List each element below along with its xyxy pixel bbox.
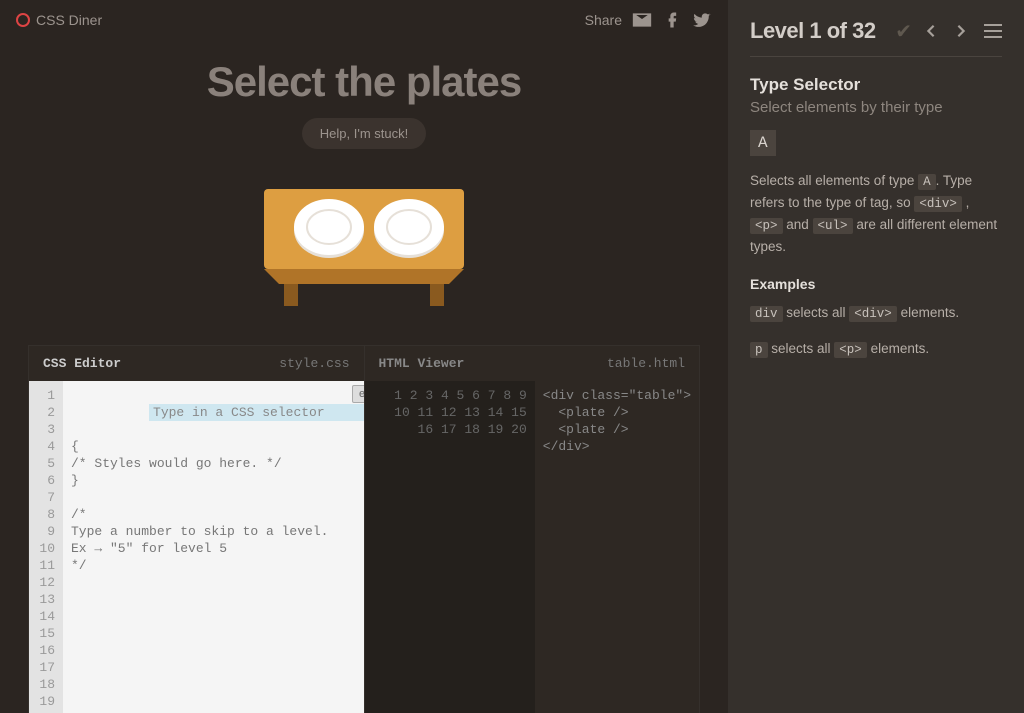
mail-icon[interactable] xyxy=(632,10,652,30)
selector-syntax: A xyxy=(750,130,776,156)
html-viewer: HTML Viewer table.html 1 2 3 4 5 6 7 8 9… xyxy=(364,346,700,713)
html-gutter: 1 2 3 4 5 6 7 8 9 10 11 12 13 14 15 16 1… xyxy=(365,381,535,713)
examples-heading: Examples xyxy=(750,276,1002,292)
selector-desc: Select elements by their type xyxy=(750,99,1002,116)
css-body: { /* Styles would go here. */ } /* Type … xyxy=(71,439,328,573)
level-header: Level 1 of 32 ✔ xyxy=(750,18,1002,57)
css-filename: style.css xyxy=(279,356,349,371)
html-heading: HTML Viewer xyxy=(379,356,465,371)
brand-text: CSS Diner xyxy=(36,12,102,28)
menu-icon[interactable] xyxy=(984,24,1002,38)
sidebar: Level 1 of 32 ✔ Type Selector Select ele… xyxy=(728,0,1024,713)
css-code[interactable]: Type in a CSS selector enter { /* Styles… xyxy=(63,381,364,713)
brand[interactable]: CSS Diner xyxy=(16,12,102,28)
table-scene xyxy=(0,169,728,319)
editor: CSS Editor style.css 1 2 3 4 5 6 7 8 9 1… xyxy=(28,345,700,713)
share-group: Share xyxy=(585,10,712,30)
check-icon: ✔ xyxy=(895,19,912,44)
css-editor: CSS Editor style.css 1 2 3 4 5 6 7 8 9 1… xyxy=(29,346,364,713)
instruction-title: Select the plates xyxy=(0,58,728,106)
enter-button[interactable]: enter xyxy=(352,385,364,403)
html-code: <div class="table"> <plate /> <plate /> … xyxy=(535,381,699,713)
top-bar: CSS Diner Share xyxy=(0,0,728,40)
example-2: p selects all <p> elements. xyxy=(750,338,1002,360)
brand-icon xyxy=(16,13,30,27)
next-level-button[interactable] xyxy=(950,20,972,42)
help-button[interactable]: Help, I'm stuck! xyxy=(302,118,426,149)
css-input[interactable]: Type in a CSS selector xyxy=(149,404,363,421)
selector-explain: Selects all elements of type A. Type ref… xyxy=(750,170,1002,258)
css-gutter: 1 2 3 4 5 6 7 8 9 10 11 12 13 14 15 16 1… xyxy=(29,381,63,713)
main-pane: CSS Diner Share Select the plates Help, … xyxy=(0,0,728,713)
selector-name: Type Selector xyxy=(750,75,1002,95)
level-title: Level 1 of 32 xyxy=(750,18,883,44)
example-1: div selects all <div> elements. xyxy=(750,302,1002,324)
html-filename: table.html xyxy=(607,356,685,371)
css-heading: CSS Editor xyxy=(43,356,121,371)
facebook-icon[interactable] xyxy=(662,10,682,30)
prev-level-button[interactable] xyxy=(920,20,942,42)
share-label: Share xyxy=(585,12,622,28)
twitter-icon[interactable] xyxy=(692,10,712,30)
